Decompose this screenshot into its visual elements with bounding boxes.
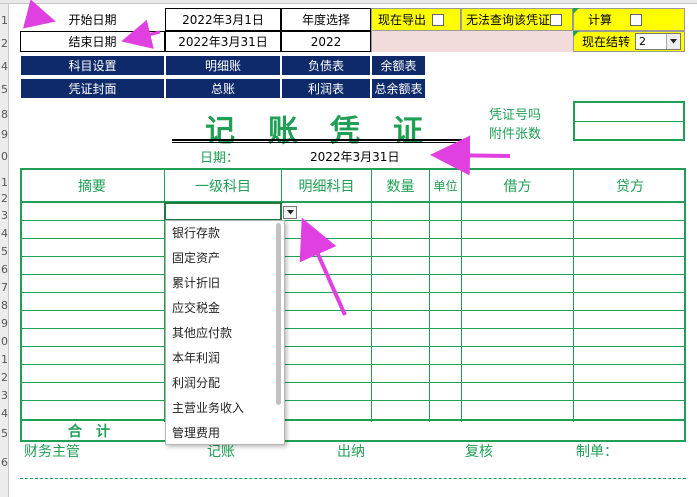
arrow-end-date bbox=[121, 19, 161, 49]
annotation-arrows bbox=[22, 0, 511, 316]
arrow-start-date bbox=[22, 0, 56, 29]
arrow-dropdown bbox=[299, 217, 347, 316]
arrow-voucher-date bbox=[430, 135, 511, 176]
